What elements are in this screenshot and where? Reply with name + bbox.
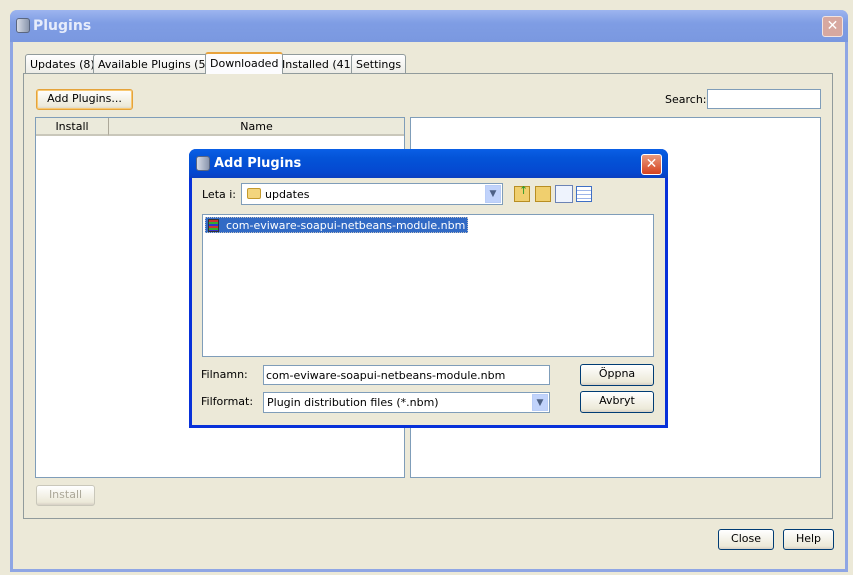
chevron-down-icon: ▼	[485, 185, 501, 203]
file-list[interactable]: com-eviware-soapui-netbeans-module.nbm	[202, 214, 654, 357]
dialog-close-button[interactable]: ✕	[641, 154, 662, 175]
cancel-button[interactable]: Avbryt	[580, 391, 654, 413]
filename-label: Filnamn:	[201, 368, 248, 381]
install-button[interactable]: Install	[36, 485, 95, 506]
column-header-name[interactable]: Name	[109, 118, 404, 136]
up-folder-icon[interactable]: ↑	[514, 184, 530, 202]
new-folder-icon[interactable]	[535, 186, 551, 202]
look-in-combo[interactable]: updates ▼	[241, 183, 503, 205]
search-label: Search:	[665, 93, 707, 106]
look-in-value: updates	[265, 188, 310, 201]
filetype-label: Filformat:	[201, 395, 254, 408]
add-plugins-button[interactable]: Add Plugins...	[36, 89, 133, 110]
netbeans-cube-icon	[16, 18, 30, 33]
dialog-title: Add Plugins	[214, 156, 302, 171]
help-button[interactable]: Help	[783, 529, 834, 550]
nbm-file-icon	[208, 219, 219, 232]
tab-updates[interactable]: Updates (8)	[25, 54, 100, 74]
window-title: Plugins	[33, 18, 92, 34]
window-close-button[interactable]: ✕	[822, 16, 843, 37]
filetype-combo[interactable]: Plugin distribution files (*.nbm) ▼	[263, 392, 550, 413]
tab-downloaded[interactable]: Downloaded	[205, 52, 284, 74]
details-view-icon[interactable]	[576, 186, 592, 202]
open-button[interactable]: Öppna	[580, 364, 654, 386]
chevron-down-icon: ▼	[532, 394, 548, 411]
close-button[interactable]: Close	[718, 529, 774, 550]
netbeans-cube-icon	[196, 156, 210, 171]
list-view-icon[interactable]	[555, 185, 573, 203]
look-in-label: Leta i:	[202, 188, 237, 201]
tab-settings[interactable]: Settings	[351, 54, 407, 74]
plugins-title-bar[interactable]: Plugins	[10, 10, 848, 42]
folder-icon	[247, 188, 261, 199]
file-item-name: com-eviware-soapui-netbeans-module.nbm	[226, 219, 466, 232]
filename-input[interactable]	[263, 365, 550, 385]
tab-installed[interactable]: Installed (41)	[277, 54, 360, 74]
filetype-value: Plugin distribution files (*.nbm)	[267, 396, 439, 409]
search-input[interactable]	[707, 89, 821, 109]
tab-available-plugins[interactable]: Available Plugins (51)	[93, 54, 222, 74]
column-header-install[interactable]: Install	[36, 118, 109, 136]
file-item[interactable]: com-eviware-soapui-netbeans-module.nbm	[205, 217, 469, 233]
dialog-title-bar[interactable]: Add Plugins	[189, 149, 668, 178]
